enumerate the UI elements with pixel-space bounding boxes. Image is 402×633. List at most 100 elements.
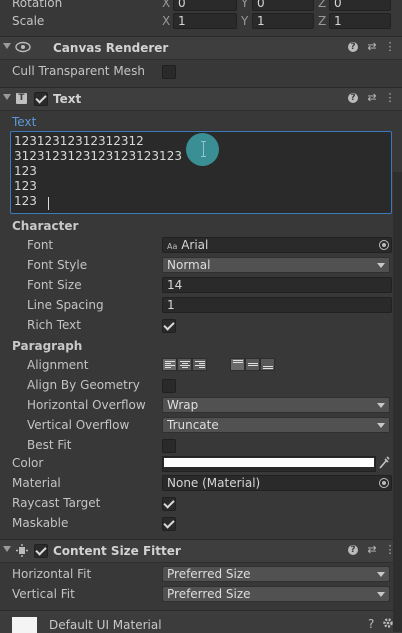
material-label: Material [12,476,61,490]
content-size-fitter-header[interactable]: Content Size Fitter ? ⇄ ⋮ [0,539,402,563]
alignment-label: Alignment [27,358,89,372]
horizontal-fit-row: Horizontal Fit Preferred Size [0,564,402,584]
maskable-checkbox[interactable] [162,517,176,531]
horizontal-overflow-value: Wrap [167,398,199,412]
horizontal-fit-label: Horizontal Fit [12,567,92,581]
cull-checkbox[interactable] [162,65,176,79]
help-icon[interactable]: ? [348,545,358,555]
scale-label: Scale [12,14,45,28]
align-geometry-checkbox[interactable] [162,379,176,393]
vertical-fit-value: Preferred Size [167,587,251,601]
font-size-row: Font Size 14 [0,275,402,295]
cull-label: Cull Transparent Mesh [12,64,145,78]
align-left-icon[interactable] [162,358,177,371]
text-caret [48,197,49,210]
vertical-fit-dropdown[interactable]: Preferred Size [162,586,390,602]
eyedropper-icon[interactable] [378,456,390,470]
font-size-label: Font Size [27,278,82,292]
vertical-overflow-row: Vertical Overflow Truncate [0,415,402,435]
rotation-y-field[interactable]: 0 [252,0,314,11]
rotation-z-label: Z [318,0,327,10]
horizontal-fit-value: Preferred Size [167,567,251,581]
presets-icon[interactable]: ⇄ [366,92,378,104]
horizontal-overflow-dropdown[interactable]: Wrap [162,397,390,413]
line-spacing-field[interactable]: 1 [162,297,392,313]
canvas-renderer-header-icons: ? ⇄ ⋮ [348,41,396,55]
text-field-label: Text [12,115,37,129]
font-value: Arial [181,238,209,252]
scale-x-label: X [162,14,171,28]
character-header: Character [12,219,79,233]
scale-z-label: Z [318,14,327,28]
font-field[interactable]: Aa Arial [162,237,392,253]
material-field[interactable]: None (Material) [162,475,392,491]
content-size-fitter-header-icons: ? ⇄ ⋮ [348,544,396,558]
color-field[interactable] [162,456,376,472]
horizontal-alignment-group [162,358,222,371]
best-fit-row: Best Fit [0,435,402,455]
font-style-label: Font Style [27,258,88,272]
material-footer-title: Default UI Material [49,618,162,632]
align-right-icon[interactable] [192,358,207,371]
align-center-icon[interactable] [177,358,192,371]
font-label: Font [27,238,54,252]
text-line: 123 [14,179,37,193]
rotation-z-field[interactable]: 0 [329,0,391,11]
color-swatch [164,458,374,467]
font-row: Font Aa Arial [0,235,402,255]
content-size-fitter-title: Content Size Fitter [53,544,181,558]
align-top-icon[interactable] [230,358,245,371]
rich-text-checkbox[interactable] [162,319,176,333]
scale-y-field[interactable]: 1 [252,13,314,29]
vertical-fit-row: Vertical Fit Preferred Size [0,584,402,604]
font-style-row: Font Style Normal [0,255,402,275]
material-footer[interactable]: Default UI Material ? [0,610,402,633]
rotation-x-label: X [162,0,171,10]
material-row: Material None (Material) [0,473,402,493]
scale-z-field[interactable]: 1 [329,13,391,29]
horizontal-overflow-row: Horizontal Overflow Wrap [0,395,402,415]
best-fit-checkbox[interactable] [162,439,176,453]
raycast-checkbox[interactable] [162,497,176,511]
vertical-overflow-dropdown[interactable]: Truncate [162,417,390,433]
cull-row: Cull Transparent Mesh [0,61,402,81]
object-picker-icon[interactable] [379,240,389,250]
chevron-down-icon [377,403,385,408]
foldout-arrow-icon[interactable] [3,546,11,552]
inspector-scrollbar[interactable] [393,172,402,632]
help-icon[interactable]: ? [348,42,358,52]
vertical-overflow-label: Vertical Overflow [27,418,130,432]
line-spacing-label: Line Spacing [27,298,104,312]
ibeam-cursor-icon [201,141,206,157]
text-enabled-checkbox[interactable] [34,92,48,106]
rotation-x-field[interactable]: 0 [173,0,237,11]
horizontal-fit-dropdown[interactable]: Preferred Size [162,566,390,582]
foldout-arrow-icon[interactable] [3,94,11,100]
align-middle-icon[interactable] [245,358,260,371]
chevron-down-icon [377,592,385,597]
align-bottom-icon[interactable] [260,358,275,371]
chevron-down-icon [377,572,385,577]
object-picker-icon[interactable] [379,478,389,488]
menu-icon[interactable]: ⋮ [384,41,396,53]
text-header-icons: ? ⇄ ⋮ [348,92,396,106]
font-asset-icon: Aa [167,242,178,251]
paragraph-header: Paragraph [12,339,83,353]
text-line: 123 [14,194,37,208]
align-geometry-label: Align By Geometry [27,378,140,392]
presets-icon[interactable]: ⇄ [366,41,378,53]
best-fit-label: Best Fit [27,438,72,452]
foldout-arrow-icon[interactable] [3,43,11,49]
presets-icon[interactable]: ⇄ [366,544,378,556]
scale-x-field[interactable]: 1 [173,13,237,29]
font-style-dropdown[interactable]: Normal [162,257,390,273]
help-icon[interactable]: ? [348,93,358,103]
content-size-fitter-enabled-checkbox[interactable] [34,544,48,558]
footer-help-icon[interactable]: ? [368,617,374,631]
font-size-field[interactable]: 14 [162,277,392,293]
text-header[interactable]: T Text ? ⇄ ⋮ [0,87,402,111]
menu-icon[interactable]: ⋮ [384,92,396,104]
canvas-renderer-header[interactable]: Canvas Renderer ? ⇄ ⋮ [0,36,402,60]
rotation-y-label: Y [241,0,249,10]
alignment-row: Alignment [0,355,402,375]
